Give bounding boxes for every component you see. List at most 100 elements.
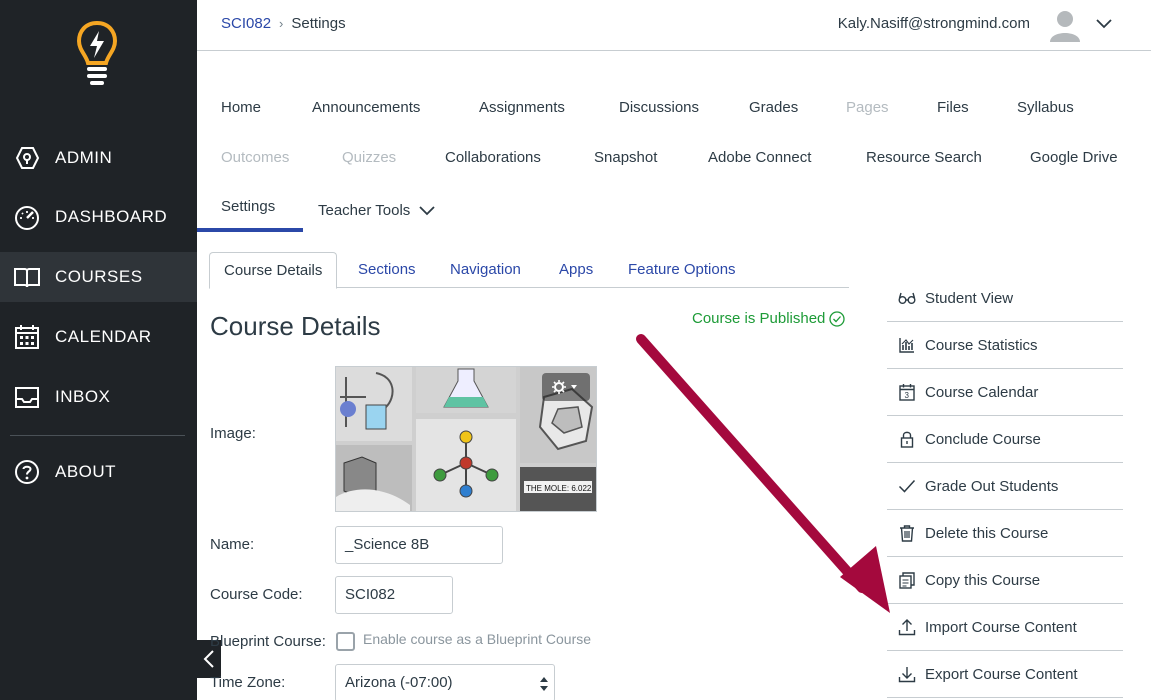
published-status: Course is Published — [692, 310, 846, 327]
tab-sections[interactable]: Sections — [344, 252, 430, 288]
image-label: Image: — [210, 425, 256, 442]
course-nav-collaborations[interactable]: Collaborations — [445, 149, 541, 166]
sidebar-item-label: INBOX — [55, 387, 111, 406]
calendar-day-icon: 3 — [898, 383, 916, 401]
copy-course-button[interactable]: Copy this Course — [887, 557, 1123, 604]
action-label: Export Course Content — [925, 665, 1078, 683]
blueprint-label: Blueprint Course: — [210, 633, 326, 650]
global-sidebar: ADMIN DASHBOARD COURSES CALENDAR INBOX A… — [0, 0, 197, 700]
sidebar-divider — [10, 435, 185, 436]
teacher-tools-label: Teacher Tools — [318, 202, 411, 219]
sidebar-item-about[interactable]: ABOUT — [0, 447, 197, 497]
sidebar-item-inbox[interactable]: INBOX — [0, 372, 197, 422]
published-status-text: Course is Published — [692, 310, 826, 327]
chevron-down-icon — [419, 205, 435, 215]
action-label: Delete this Course — [925, 524, 1049, 542]
chevron-right-icon: › — [279, 16, 284, 31]
breadcrumb: SCI082 › Settings — [221, 15, 346, 32]
action-label: Copy this Course — [925, 571, 1041, 589]
timezone-label: Time Zone: — [210, 674, 286, 691]
breadcrumb-course-link[interactable]: SCI082 — [221, 15, 271, 32]
download-icon — [898, 665, 916, 683]
timezone-value: Arizona (-07:00) — [345, 674, 453, 691]
export-course-content-button[interactable]: Export Course Content — [887, 651, 1123, 698]
conclude-course-button[interactable]: Conclude Course — [887, 416, 1123, 463]
tab-feature-options[interactable]: Feature Options — [614, 252, 750, 288]
select-arrows-icon — [540, 677, 548, 691]
course-nav-settings[interactable]: Settings — [221, 198, 275, 215]
course-nav-discussions[interactable]: Discussions — [619, 99, 699, 116]
blueprint-checkbox-label[interactable]: Enable course as a Blueprint Course — [363, 631, 591, 647]
course-nav-announcements[interactable]: Announcements — [312, 99, 420, 116]
delete-course-button[interactable]: Delete this Course — [887, 510, 1123, 557]
upload-icon — [898, 618, 916, 636]
user-menu-chevron-down-icon[interactable] — [1095, 16, 1113, 32]
course-nav-grades[interactable]: Grades — [749, 99, 798, 116]
action-label: Course Statistics — [925, 336, 1038, 354]
lock-icon — [898, 430, 916, 448]
statistics-icon — [898, 336, 916, 354]
lightbulb-logo-icon[interactable] — [75, 20, 119, 88]
check-circle-icon — [829, 310, 846, 327]
course-nav-quizzes[interactable]: Quizzes — [342, 149, 396, 166]
glasses-icon — [898, 289, 916, 307]
course-nav-home[interactable]: Home — [221, 99, 261, 116]
course-calendar-button[interactable]: 3 Course Calendar — [887, 369, 1123, 416]
book-icon — [13, 263, 41, 291]
course-nav-resource-search[interactable]: Resource Search — [866, 149, 982, 166]
action-label: Student View — [925, 289, 1014, 307]
trash-icon — [898, 524, 916, 542]
course-name-input[interactable]: _Science 8B — [335, 526, 503, 564]
checkmark-icon — [898, 477, 916, 495]
active-nav-indicator — [197, 228, 303, 232]
svg-text:3: 3 — [905, 391, 910, 400]
gear-icon — [552, 380, 577, 394]
calendar-icon — [13, 323, 41, 351]
action-label: Import Course Content — [925, 618, 1077, 636]
user-email: Kaly.Nasiff@strongmind.com — [837, 15, 1030, 32]
blueprint-checkbox[interactable] — [336, 632, 355, 651]
copy-icon — [898, 571, 916, 589]
course-nav-syllabus[interactable]: Syllabus — [1017, 99, 1074, 116]
page-header: SCI082 › Settings Kaly.Nasiff@strongmind… — [197, 0, 1151, 51]
sidebar-item-label: DASHBOARD — [55, 207, 168, 226]
image-settings-button[interactable] — [542, 373, 590, 401]
course-nav-teacher-tools[interactable]: Teacher Tools — [318, 202, 436, 219]
timezone-select[interactable]: Arizona (-07:00) — [335, 664, 555, 700]
course-nav-google-drive[interactable]: Google Drive — [1030, 149, 1118, 166]
settings-tabs: Course Details Sections Navigation Apps … — [209, 252, 849, 289]
tab-apps[interactable]: Apps — [545, 252, 607, 288]
help-icon — [13, 458, 41, 486]
course-nav-pages[interactable]: Pages — [846, 99, 889, 116]
import-course-content-button[interactable]: Import Course Content — [887, 604, 1123, 651]
course-nav-snapshot[interactable]: Snapshot — [594, 149, 657, 166]
action-label: Grade Out Students — [925, 477, 1059, 495]
inbox-icon — [13, 383, 41, 411]
action-label: Course Calendar — [925, 383, 1039, 401]
course-code-label: Course Code: — [210, 586, 303, 603]
sidebar-item-label: ADMIN — [55, 148, 113, 167]
course-nav-assignments[interactable]: Assignments — [479, 99, 565, 116]
name-label: Name: — [210, 536, 255, 553]
sidebar-item-courses[interactable]: COURSES — [0, 252, 197, 302]
sidebar-item-label: COURSES — [55, 267, 143, 286]
course-nav-files[interactable]: Files — [937, 99, 969, 116]
action-label: Conclude Course — [925, 430, 1041, 448]
tab-navigation[interactable]: Navigation — [436, 252, 535, 288]
course-statistics-button[interactable]: Course Statistics — [887, 322, 1123, 369]
course-code-input[interactable]: SCI082 — [335, 576, 453, 614]
course-nav-adobe-connect[interactable]: Adobe Connect — [708, 149, 811, 166]
tab-course-details[interactable]: Course Details — [209, 252, 338, 289]
course-nav-outcomes[interactable]: Outcomes — [221, 149, 289, 166]
shield-icon — [13, 144, 41, 172]
breadcrumb-current: Settings — [291, 15, 346, 32]
dashboard-icon — [13, 203, 41, 231]
avatar[interactable] — [1048, 8, 1082, 42]
student-view-button[interactable]: Student View — [887, 275, 1123, 322]
grade-out-students-button[interactable]: Grade Out Students — [887, 463, 1123, 510]
image-caption: THE MOLE: 6.022 — [526, 484, 592, 493]
sidebar-item-admin[interactable]: ADMIN — [0, 133, 197, 183]
sidebar-item-dashboard[interactable]: DASHBOARD — [0, 192, 197, 242]
sidebar-item-calendar[interactable]: CALENDAR — [0, 312, 197, 362]
page-title: Course Details — [210, 311, 381, 341]
